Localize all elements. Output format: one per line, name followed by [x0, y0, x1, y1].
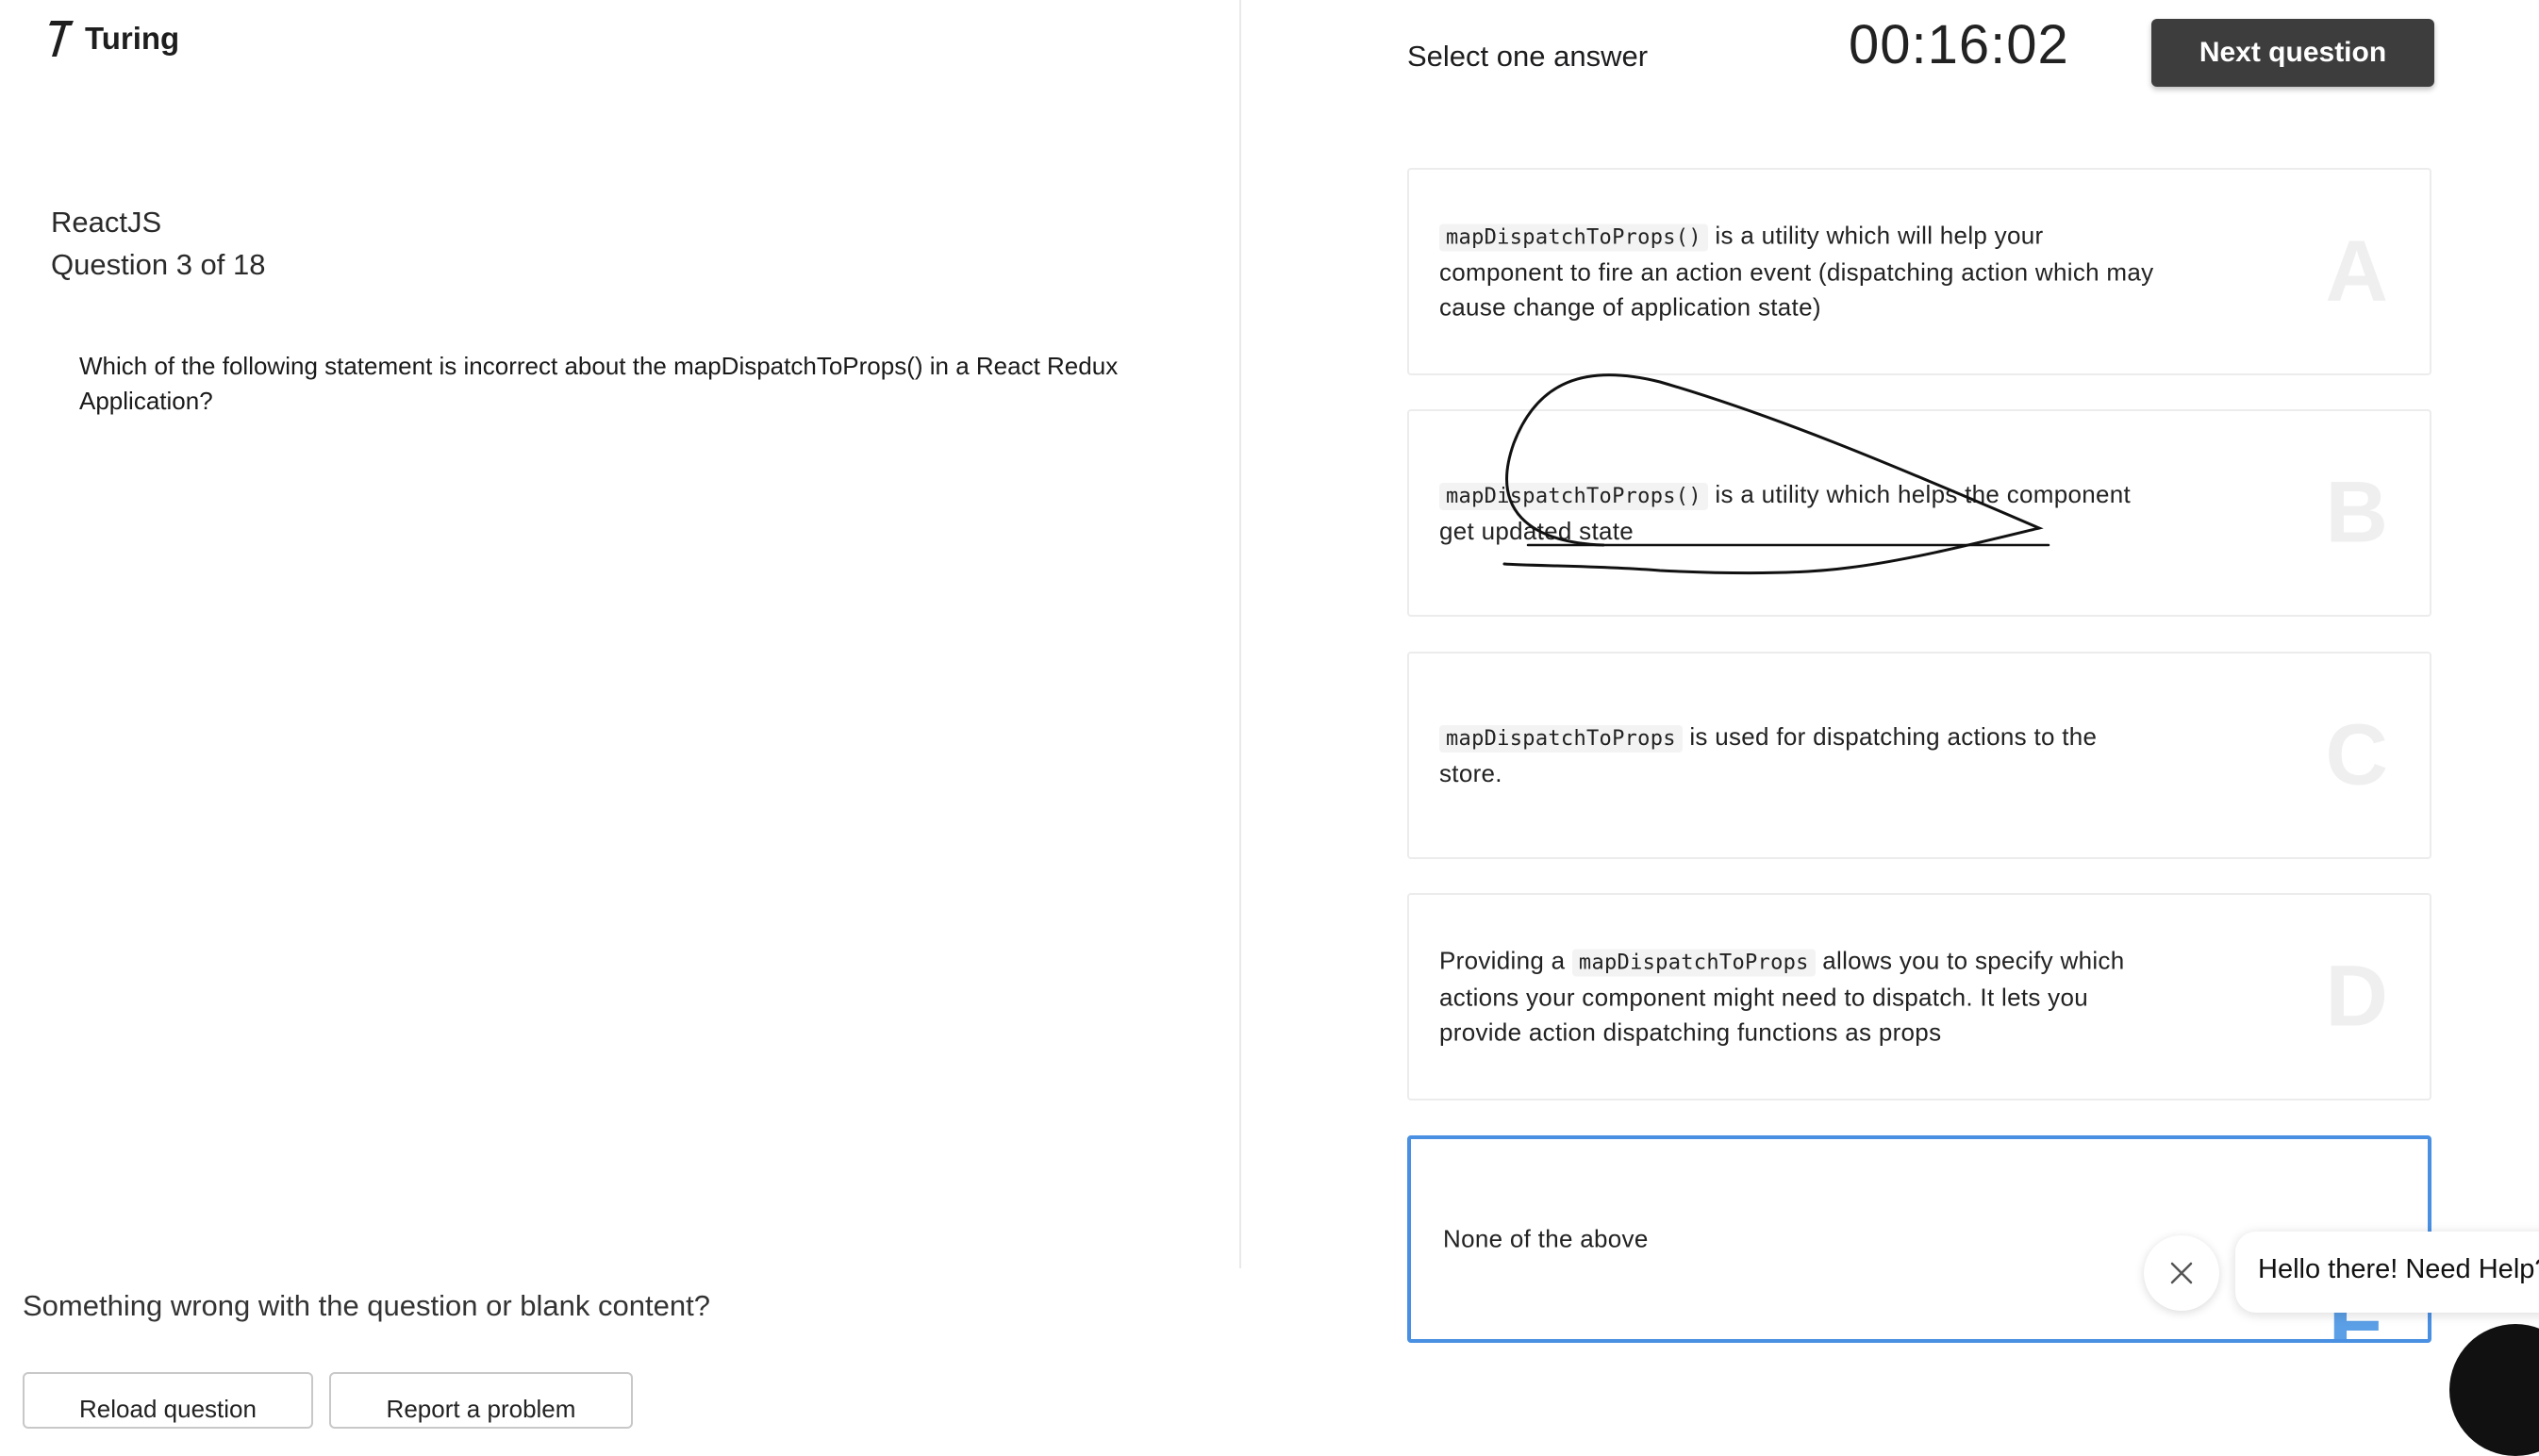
brand-logo[interactable]: Turing	[49, 19, 179, 58]
answer-text: mapDispatchToProps() is a utility which …	[1439, 221, 2154, 322]
question-pane: Turing ReactJS Question 3 of 18 Which of…	[0, 0, 1241, 1268]
answer-option-c[interactable]: mapDispatchToProps is used for dispatchi…	[1407, 652, 2431, 859]
answer-text: mapDispatchToProps is used for dispatchi…	[1439, 722, 2098, 787]
code-snippet: mapDispatchToProps()	[1439, 223, 1708, 252]
report-problem-button[interactable]: Report a problem	[329, 1372, 633, 1429]
answer-option-a[interactable]: mapDispatchToProps() is a utility which …	[1407, 168, 2431, 375]
close-icon	[2170, 1262, 2193, 1284]
select-hint: Select one answer	[1407, 40, 1649, 73]
chat-launcher-icon[interactable]	[2449, 1324, 2539, 1456]
answer-text: None of the above	[1443, 1224, 1649, 1253]
question-text: Which of the following statement is inco…	[79, 352, 1119, 415]
answer-text: mapDispatchToProps() is a utility which …	[1439, 480, 2132, 545]
option-letter: B	[2325, 464, 2388, 561]
close-chat-button[interactable]	[2144, 1235, 2219, 1311]
code-snippet: mapDispatchToProps	[1439, 725, 1683, 753]
option-letter: C	[2325, 706, 2388, 803]
answer-option-d[interactable]: Providing a mapDispatchToProps allows yo…	[1407, 893, 2431, 1100]
option-letter: D	[2325, 948, 2388, 1045]
reload-question-button[interactable]: Reload question	[23, 1372, 313, 1429]
chat-greeting[interactable]: Hello there! Need Help?	[2235, 1232, 2539, 1313]
answer-text: Providing a mapDispatchToProps allows yo…	[1439, 946, 2125, 1047]
report-prompt: Something wrong with the question or bla…	[23, 1289, 710, 1322]
countdown-timer: 00:16:02	[1849, 14, 2069, 75]
option-letter: A	[2325, 223, 2388, 320]
next-question-button[interactable]: Next question	[2151, 19, 2434, 87]
question-progress: Question 3 of 18	[51, 248, 266, 281]
brand-name: Turing	[85, 21, 180, 56]
question-topic: ReactJS	[51, 206, 162, 239]
code-snippet: mapDispatchToProps()	[1439, 483, 1708, 510]
turing-logo-icon	[49, 21, 74, 57]
code-snippet: mapDispatchToProps	[1571, 949, 1816, 977]
answer-option-b[interactable]: mapDispatchToProps() is a utility which …	[1407, 409, 2431, 617]
